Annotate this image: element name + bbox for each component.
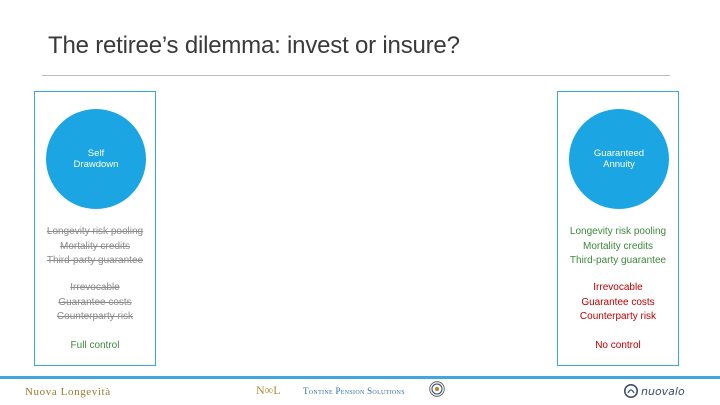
guaranteed-annuity-panel: Guaranteed Annuity Longevity risk poolin… bbox=[557, 91, 679, 366]
benefit-item: Mortality credits bbox=[582, 240, 653, 252]
self-drawdown-control: Full control bbox=[35, 339, 155, 354]
slide-title: The retiree’s dilemma: invest or insure? bbox=[48, 32, 460, 59]
benefit-item: Third-party guarantee bbox=[46, 255, 144, 266]
risk-item: Irrevocable bbox=[70, 282, 120, 293]
self-drawdown-label: Self Drawdown bbox=[73, 148, 119, 170]
seal-icon bbox=[429, 381, 445, 397]
title-divider bbox=[42, 75, 670, 76]
benefit-item: Mortality credits bbox=[59, 240, 130, 252]
nuova-longevita-logo: Nuova Longevità bbox=[25, 386, 111, 398]
nuovalo-wordmark: nuovalo bbox=[641, 384, 685, 398]
guaranteed-annuity-control: No control bbox=[558, 339, 678, 354]
risk-item: Counterparty risk bbox=[56, 311, 134, 322]
tontine-pension-solutions-logo: Tontine Pension Solutions bbox=[303, 386, 405, 396]
nuovalo-mark-icon bbox=[624, 384, 638, 398]
control-text: Full control bbox=[70, 340, 120, 351]
nl-logo: N∞L bbox=[256, 383, 281, 397]
guaranteed-annuity-circle: Guaranteed Annuity bbox=[569, 109, 669, 209]
self-drawdown-risks: Irrevocable Guarantee costs Counterparty… bbox=[35, 281, 155, 325]
benefit-item: Longevity risk pooling bbox=[46, 226, 144, 237]
self-drawdown-panel: Self Drawdown Longevity risk pooling Mor… bbox=[34, 91, 156, 366]
benefit-item: Third-party guarantee bbox=[569, 255, 667, 266]
risk-item: Irrevocable bbox=[593, 282, 643, 293]
control-text: No control bbox=[595, 340, 641, 351]
guaranteed-annuity-label: Guaranteed Annuity bbox=[593, 148, 645, 170]
self-drawdown-benefits: Longevity risk pooling Mortality credits… bbox=[35, 225, 155, 269]
guaranteed-annuity-benefits: Longevity risk pooling Mortality credits… bbox=[558, 225, 678, 269]
self-drawdown-circle: Self Drawdown bbox=[46, 109, 146, 209]
risk-item: Counterparty risk bbox=[579, 311, 657, 322]
guaranteed-annuity-risks: Irrevocable Guarantee costs Counterparty… bbox=[558, 281, 678, 325]
risk-item: Guarantee costs bbox=[58, 296, 132, 308]
risk-item: Guarantee costs bbox=[581, 296, 655, 308]
footer: Nuova Longevità N∞L Tontine Pension Solu… bbox=[0, 379, 720, 405]
benefit-item: Longevity risk pooling bbox=[569, 226, 667, 237]
nuovalo-logo: nuovalo bbox=[624, 382, 685, 400]
